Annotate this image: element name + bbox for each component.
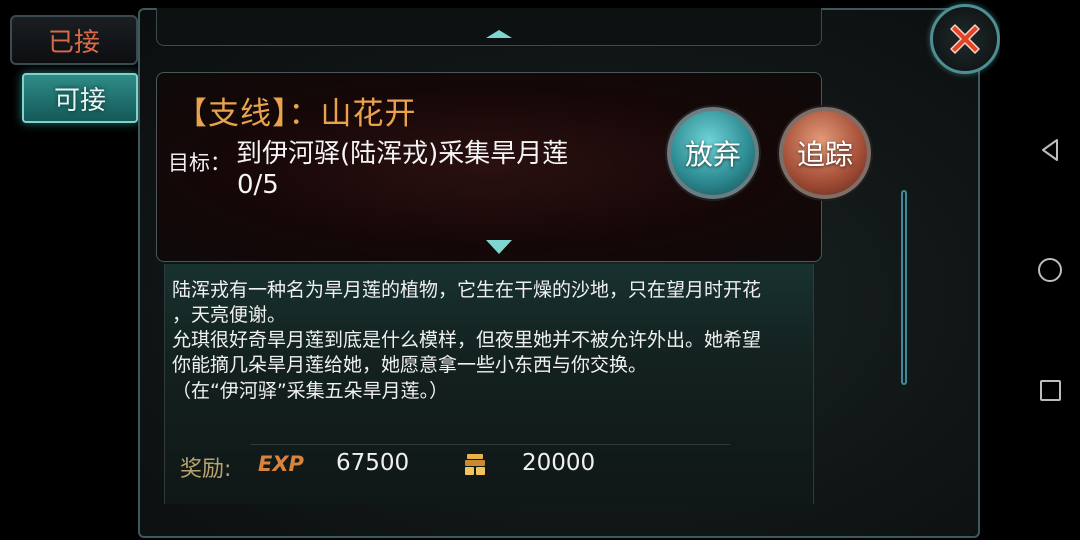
tab-available[interactable]: 可接 — [22, 73, 138, 123]
coin-value: 20000 — [522, 450, 596, 476]
previous-quest-card[interactable] — [156, 8, 822, 46]
expand-arrow-icon[interactable] — [486, 240, 512, 254]
description-line: 允琪很好奇旱月莲到底是什么模样，但夜里她并不被允许外出。她希望 — [172, 329, 762, 351]
exp-icon: EXP — [258, 452, 304, 476]
description-line: 陆浑戎有一种名为旱月莲的植物，它生在干燥的沙地，只在望月时开花 — [172, 279, 762, 301]
exp-value: 67500 — [336, 450, 410, 476]
track-button[interactable]: 追踪 — [779, 107, 871, 199]
collapse-arrow-icon[interactable] — [486, 30, 512, 38]
reward-divider — [250, 444, 730, 445]
scrollbar[interactable] — [901, 190, 907, 385]
target-progress: 0/5 — [237, 170, 279, 200]
close-button[interactable] — [930, 4, 1000, 74]
abandon-button[interactable]: 放弃 — [667, 107, 759, 199]
coin-stack-icon — [465, 454, 485, 475]
quest-title: 【支线】：山花开 — [176, 96, 417, 132]
description-line: （在“伊河驿”采集五朵旱月莲。） — [172, 380, 449, 402]
description-line: ，天亮便谢。 — [172, 304, 287, 326]
target-label: 目标： — [168, 151, 231, 175]
tab-accepted[interactable]: 已接 — [10, 15, 138, 65]
close-icon — [950, 24, 980, 54]
home-icon[interactable] — [1038, 258, 1062, 282]
back-icon[interactable] — [1040, 138, 1060, 162]
reward-label: 奖励: — [180, 457, 232, 482]
recent-apps-icon[interactable] — [1040, 380, 1061, 401]
target-text: 到伊河驿(陆浑戎)采集旱月莲 — [236, 139, 569, 169]
description-line: 你能摘几朵旱月莲给她，她愿意拿一些小东西与你交换。 — [172, 354, 648, 376]
